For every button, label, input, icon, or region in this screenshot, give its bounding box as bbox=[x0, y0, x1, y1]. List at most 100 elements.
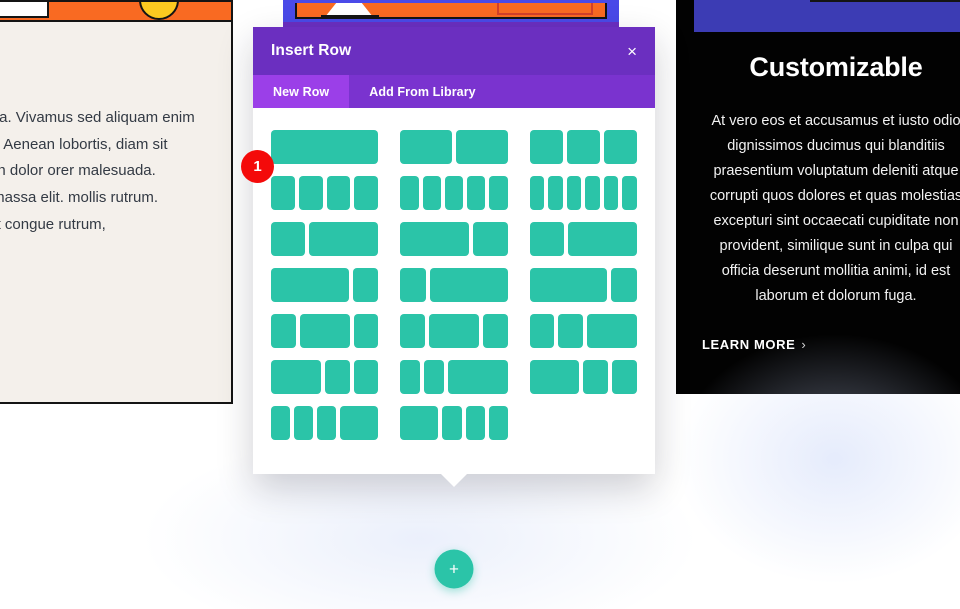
layout-row bbox=[271, 268, 637, 302]
layout-row bbox=[271, 130, 637, 164]
card-image-orange bbox=[0, 2, 231, 22]
add-row-button[interactable]: + bbox=[434, 549, 474, 589]
layout-option-one-fourth-x4[interactable] bbox=[271, 176, 379, 210]
layout-option-three-fourths-one-fourth-b[interactable] bbox=[529, 268, 637, 302]
layout-option-one-fourth-one-half-one-fourth-b[interactable] bbox=[400, 314, 508, 348]
layout-column-segment bbox=[456, 130, 508, 164]
layout-column-segment bbox=[585, 176, 600, 210]
layout-option-one-half-one-fourth-one-fourth-b[interactable] bbox=[529, 360, 637, 394]
layout-column-segment bbox=[467, 176, 486, 210]
layout-column-segment bbox=[558, 314, 584, 348]
layout-option-one-fifth-one-fifth-three-fifths[interactable] bbox=[400, 360, 508, 394]
layout-option-one-half-one-fourth-one-fourth[interactable] bbox=[271, 360, 379, 394]
layout-option-one-third-two-thirds-b[interactable] bbox=[529, 222, 637, 256]
layout-column-segment bbox=[529, 130, 563, 164]
layout-column-segment bbox=[400, 406, 439, 440]
modal-header: Insert Row × bbox=[253, 27, 655, 75]
tab-new-row[interactable]: New Row bbox=[253, 75, 350, 108]
layout-column-segment bbox=[326, 176, 351, 210]
modal-tabs: New Row Add From Library bbox=[253, 75, 655, 108]
tab-label: New Row bbox=[273, 84, 330, 99]
layout-option-three-fourths-one-fourth[interactable] bbox=[271, 268, 379, 302]
card-body-text: tempor non dolor ullamcorer da. Vivamus … bbox=[0, 109, 195, 233]
layout-column-segment bbox=[298, 176, 323, 210]
insert-row-modal: Insert Row × New Row Add From Library bbox=[253, 27, 655, 487]
layout-column-segment bbox=[271, 268, 349, 302]
layout-column-segment bbox=[603, 130, 637, 164]
layout-column-segment bbox=[448, 360, 508, 394]
layout-row bbox=[271, 314, 637, 348]
layout-column-segment bbox=[442, 406, 462, 440]
layout-column-segment bbox=[587, 314, 637, 348]
tab-label: Add From Library bbox=[369, 84, 476, 99]
row-layout-grid bbox=[253, 108, 655, 474]
background-right-column: Customizable At vero eos et accusamus et… bbox=[676, 0, 960, 394]
layout-column-segment bbox=[294, 406, 314, 440]
layout-row bbox=[271, 176, 638, 210]
tab-add-from-library[interactable]: Add From Library bbox=[349, 75, 495, 108]
layout-column-segment bbox=[271, 130, 379, 164]
layout-column-segment bbox=[353, 314, 379, 348]
layout-option-one-fourth-one-half-one-fourth[interactable] bbox=[271, 314, 379, 348]
layout-column-segment bbox=[529, 360, 580, 394]
layout-column-segment bbox=[340, 406, 379, 440]
decorative-white-rectangle bbox=[0, 2, 49, 18]
layout-option-one-third-x3[interactable] bbox=[529, 130, 637, 164]
layout-column-segment bbox=[424, 360, 445, 394]
layout-column-segment bbox=[482, 314, 508, 348]
panel-image-blue bbox=[694, 0, 960, 32]
layout-option-one-fourth-three-fourths[interactable] bbox=[400, 268, 508, 302]
layout-column-segment bbox=[271, 176, 295, 210]
layout-option-one-fourth-one-fourth-one-half[interactable] bbox=[529, 314, 637, 348]
layout-column-segment bbox=[566, 130, 600, 164]
decorative-white-box bbox=[810, 0, 960, 2]
layout-column-segment bbox=[603, 176, 619, 210]
decorative-yellow-circle bbox=[139, 2, 179, 20]
panel-body-text: At vero eos et accusamus et iusto odio d… bbox=[709, 113, 960, 304]
page-root: For Teams tempor non dolor ullamcorer da… bbox=[0, 0, 960, 609]
layout-column-segment bbox=[488, 406, 508, 440]
learn-more-label: LEARN MORE bbox=[702, 336, 796, 352]
layout-option-two-fifths-one-fifth-x3[interactable] bbox=[400, 406, 508, 440]
modal-title: Insert Row bbox=[271, 42, 352, 59]
layout-column-segment bbox=[473, 222, 508, 256]
layout-column-segment bbox=[429, 314, 479, 348]
layout-column-segment bbox=[317, 406, 337, 440]
decorative-triangle-base bbox=[321, 15, 379, 17]
layout-option-full-width[interactable] bbox=[271, 130, 379, 164]
layout-column-segment bbox=[529, 314, 555, 348]
layout-option-one-sixth-x6[interactable] bbox=[529, 176, 638, 210]
layout-option-two-thirds-one-third[interactable] bbox=[400, 222, 508, 256]
close-icon[interactable]: × bbox=[627, 43, 637, 60]
decorative-outline-rectangle bbox=[497, 3, 593, 15]
layout-column-segment bbox=[400, 314, 426, 348]
layout-column-segment bbox=[422, 176, 441, 210]
layout-column-segment bbox=[299, 314, 350, 348]
chevron-right-icon: › bbox=[801, 336, 807, 352]
layout-option-one-fifth-x3-two-fifths[interactable] bbox=[271, 406, 379, 440]
layout-column-segment bbox=[400, 360, 421, 394]
modal-pointer-arrow bbox=[440, 473, 468, 487]
layout-column-segment bbox=[529, 222, 565, 256]
learn-more-link-right[interactable]: LEARN MORE › bbox=[702, 337, 960, 352]
layout-column-segment bbox=[622, 176, 638, 210]
learn-more-link-left[interactable]: LEARN MORE› bbox=[0, 264, 199, 279]
layout-column-segment bbox=[529, 268, 608, 302]
layout-column-segment bbox=[353, 360, 379, 394]
layout-column-segment bbox=[612, 360, 637, 394]
layout-column-segment bbox=[400, 222, 470, 256]
layout-column-segment bbox=[309, 222, 379, 256]
customizable-panel: Customizable At vero eos et accusamus et… bbox=[676, 0, 960, 394]
layout-column-segment bbox=[324, 360, 350, 394]
layout-column-segment bbox=[444, 176, 464, 210]
layout-column-segment bbox=[354, 176, 379, 210]
layout-column-segment bbox=[568, 222, 637, 256]
layout-column-segment bbox=[400, 176, 419, 210]
layout-row bbox=[271, 360, 637, 394]
layout-option-one-half-one-half[interactable] bbox=[400, 130, 508, 164]
layout-column-segment bbox=[548, 176, 563, 210]
layout-row bbox=[271, 222, 637, 256]
layout-column-segment bbox=[352, 268, 379, 302]
layout-option-one-third-two-thirds[interactable] bbox=[271, 222, 379, 256]
layout-option-one-fifth-x5[interactable] bbox=[400, 176, 508, 210]
